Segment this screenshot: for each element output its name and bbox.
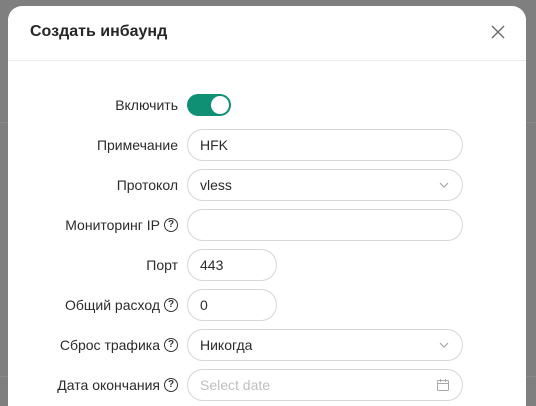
background-divider — [526, 122, 536, 123]
enable-label: Включить — [115, 89, 178, 121]
chevron-down-icon — [439, 182, 449, 188]
traffic-reset-select[interactable]: Никогда — [187, 329, 463, 361]
monitor-ip-label: Мониторинг IP ? — [65, 209, 178, 241]
port-row: Порт 443 — [8, 249, 526, 281]
monitor-ip-label-text: Мониторинг IP — [65, 217, 160, 233]
close-icon[interactable] — [490, 24, 506, 40]
total-usage-input[interactable]: 0 — [187, 289, 277, 321]
total-usage-label: Общий расход ? — [65, 289, 178, 321]
expiry-date-placeholder: Select date — [200, 377, 271, 393]
port-label-text: Порт — [146, 257, 178, 273]
question-circle-icon[interactable]: ? — [164, 218, 178, 232]
expiry-date-label-text: Дата окончания — [57, 377, 160, 393]
modal-title: Создать инбаунд — [30, 23, 168, 40]
protocol-select[interactable]: vless — [187, 169, 463, 201]
total-usage-label-text: Общий расход — [64, 297, 160, 313]
protocol-value: vless — [200, 177, 232, 193]
remark-row: Примечание HFK — [8, 129, 526, 161]
expiry-date-row: Дата окончания ? Select date — [8, 369, 526, 401]
calendar-icon — [437, 379, 449, 391]
monitor-ip-input[interactable] — [187, 209, 463, 241]
port-input[interactable]: 443 — [187, 249, 277, 281]
traffic-reset-row: Сброс трафика ? Никогда — [8, 329, 526, 361]
traffic-reset-label-text: Сброс трафика — [59, 337, 160, 353]
remark-value: HFK — [200, 137, 228, 153]
enable-row: Включить — [8, 89, 526, 121]
remark-label: Примечание — [97, 129, 178, 161]
question-circle-icon[interactable]: ? — [164, 378, 178, 392]
total-usage-value: 0 — [200, 297, 208, 313]
traffic-reset-label: Сброс трафика ? — [60, 329, 178, 361]
total-usage-row: Общий расход ? 0 — [8, 289, 526, 321]
chevron-down-icon — [439, 342, 449, 348]
remark-input[interactable]: HFK — [187, 129, 463, 161]
question-circle-icon[interactable]: ? — [164, 338, 178, 352]
protocol-label-text: Протокол — [116, 177, 178, 193]
enable-label-text: Включить — [115, 97, 178, 113]
remark-label-text: Примечание — [96, 137, 178, 153]
traffic-reset-value: Никогда — [200, 337, 253, 353]
modal-header: Создать инбаунд — [8, 6, 526, 61]
enable-toggle[interactable] — [187, 94, 231, 116]
background-divider — [0, 122, 8, 123]
background-divider — [526, 376, 536, 377]
protocol-label: Протокол — [117, 169, 178, 201]
protocol-row: Протокол vless — [8, 169, 526, 201]
question-circle-icon[interactable]: ? — [164, 298, 178, 312]
monitor-ip-row: Мониторинг IP ? — [8, 209, 526, 241]
create-inbound-modal: Создать инбаунд Включить Примечание HFK … — [8, 6, 526, 406]
port-value: 443 — [200, 257, 224, 273]
expiry-date-picker[interactable]: Select date — [187, 369, 463, 401]
port-label: Порт — [146, 249, 178, 281]
expiry-date-label: Дата окончания ? — [57, 369, 178, 401]
toggle-knob — [211, 96, 229, 114]
background-divider — [0, 376, 8, 377]
